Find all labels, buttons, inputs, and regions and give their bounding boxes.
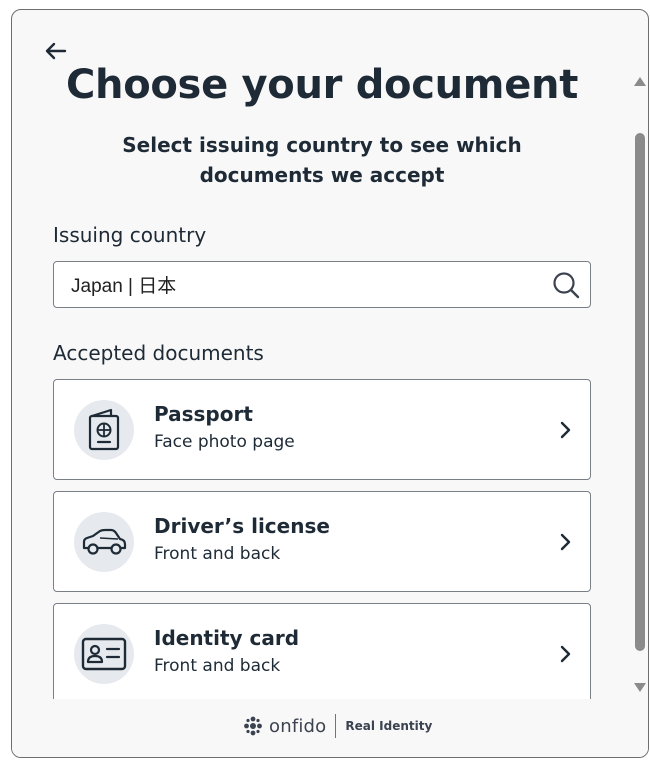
document-icon-badge [74,512,134,572]
scrollbar-thumb[interactable] [635,133,645,651]
chevron-right-icon [560,421,571,439]
chevron-right-icon [560,533,571,551]
document-option-passport[interactable]: Passport Face photo page [53,379,591,480]
document-title: Driver’s license [154,514,330,538]
accepted-documents-label: Accepted documents [53,341,264,365]
footer: onfido Real Identity [12,699,648,757]
back-button[interactable] [42,38,68,64]
country-search-input[interactable] [54,262,544,307]
page-title: Choose your document [65,62,579,108]
document-option-drivers-license[interactable]: Driver’s license Front and back [53,491,591,592]
document-selection-dialog: Choose your document Select issuing coun… [11,9,649,758]
brand-tagline: Real Identity [345,719,433,733]
issuing-country-label: Issuing country [53,223,207,247]
document-subtitle: Face photo page [154,432,295,452]
car-icon [82,528,127,555]
document-title: Passport [154,402,253,426]
passport-icon [88,408,120,451]
document-subtitle: Front and back [154,656,281,676]
id-card-icon [81,637,127,671]
chevron-right-icon [560,645,571,663]
footer-branding: onfido Real Identity [243,714,432,738]
search-icon[interactable] [552,271,580,299]
page-subtitle: Select issuing country to see which docu… [122,133,522,187]
document-list: Passport Face photo page Driver’s licens… [53,379,591,699]
scroll-down-arrow-icon[interactable] [634,683,646,693]
document-option-identity-card[interactable]: Identity card Front and back [53,603,591,699]
document-title: Identity card [154,626,300,650]
country-search-field[interactable] [53,261,591,308]
footer-divider [335,714,337,738]
document-icon-badge [74,400,134,460]
scroll-up-arrow-icon[interactable] [634,76,646,86]
brand-name: onfido [269,715,327,737]
onfido-logo-icon [244,716,262,736]
document-subtitle: Front and back [154,544,281,564]
arrow-left-icon [45,42,67,60]
document-icon-badge [74,624,134,684]
